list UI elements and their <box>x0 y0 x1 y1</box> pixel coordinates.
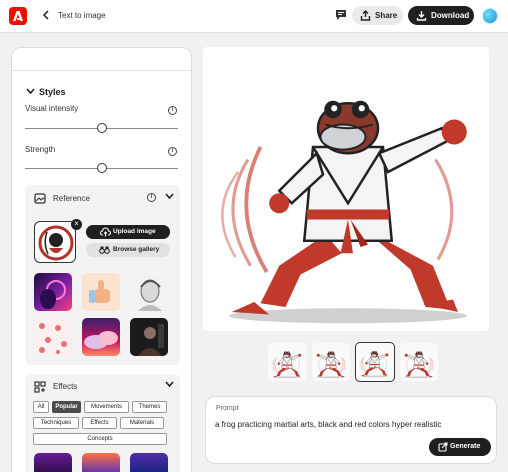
style-reference-sketch-portrait[interactable] <box>130 273 168 311</box>
effect-thumbnail[interactable] <box>82 453 120 472</box>
download-button[interactable]: Download <box>408 6 474 25</box>
chip-techniques[interactable]: Techniques <box>33 417 79 429</box>
effect-thumbnail[interactable] <box>34 453 72 472</box>
prompt-label: Prompt <box>216 405 239 412</box>
reference-image-icon <box>34 193 46 206</box>
variation-thumbnail-2[interactable] <box>312 343 350 381</box>
chip-popular[interactable]: Popular <box>52 401 81 413</box>
generate-label: Generate <box>450 443 481 450</box>
strength-label: Strength <box>25 145 56 154</box>
visual-intensity-slider-thumb[interactable] <box>97 123 107 133</box>
chip-materials[interactable]: Materials <box>120 417 164 429</box>
settings-panel: Styles Visual intensity i Strength i Ref… <box>11 47 192 472</box>
effects-heading: Effects <box>53 382 78 391</box>
chip-concepts[interactable]: Concepts <box>33 433 167 445</box>
download-label: Download <box>431 11 470 20</box>
share-label: Share <box>375 11 398 20</box>
upload-image-button[interactable]: Upload image <box>86 225 170 239</box>
style-reference-thumbs-up[interactable] <box>82 273 120 311</box>
chevron-down-icon[interactable] <box>165 380 174 390</box>
browse-gallery-button[interactable]: Browse gallery <box>86 243 170 257</box>
adobe-logo-icon[interactable] <box>9 7 27 25</box>
info-icon[interactable]: i <box>168 147 177 156</box>
strength-slider-thumb[interactable] <box>97 163 107 173</box>
style-reference-clouds[interactable] <box>82 318 120 356</box>
visual-intensity-label: Visual intensity <box>25 104 79 113</box>
variation-thumbnail-1[interactable] <box>268 343 306 381</box>
prompt-input[interactable]: a frog practicing martial arts, black an… <box>215 420 441 429</box>
back-chevron-icon[interactable] <box>42 10 50 23</box>
style-reference-dark-portrait[interactable] <box>130 318 168 356</box>
info-icon[interactable]: i <box>147 193 156 202</box>
generated-image <box>220 98 469 326</box>
upload-image-label: Upload image <box>113 228 156 235</box>
generated-image-canvas[interactable] <box>203 47 489 331</box>
reference-section: Reference i × Upload image Browse galler… <box>25 185 180 365</box>
top-bar: Text to image Share Download <box>0 0 508 33</box>
styles-heading: Styles <box>39 87 66 97</box>
generate-icon <box>438 442 448 452</box>
style-reference-neon-portrait[interactable] <box>34 273 72 311</box>
upload-cloud-icon <box>100 227 111 237</box>
chip-themes[interactable]: Themes <box>132 401 167 413</box>
effect-thumbnail[interactable] <box>130 453 168 472</box>
effects-icon <box>34 381 46 395</box>
download-icon <box>416 11 427 21</box>
reference-heading: Reference <box>53 194 90 203</box>
generate-button[interactable]: Generate <box>429 438 491 456</box>
reference-image-thumbnail[interactable] <box>34 221 76 263</box>
binoculars-icon <box>99 246 110 254</box>
remove-reference-icon[interactable]: × <box>71 219 82 230</box>
comment-icon[interactable] <box>335 9 348 22</box>
divider <box>12 70 191 71</box>
chip-effects[interactable]: Effects <box>82 417 117 429</box>
info-icon[interactable]: i <box>168 106 177 115</box>
avatar[interactable] <box>482 8 498 24</box>
share-button[interactable]: Share <box>352 6 403 25</box>
chip-movements[interactable]: Movements <box>84 401 129 413</box>
variation-thumbnail-4[interactable] <box>400 343 438 381</box>
prompt-box: Prompt a frog practicing martial arts, b… <box>205 396 497 464</box>
browse-gallery-label: Browse gallery <box>113 246 160 253</box>
chip-all[interactable]: All <box>33 401 49 413</box>
variation-thumbnail-3-selected[interactable] <box>355 342 395 382</box>
share-icon <box>360 10 371 21</box>
chevron-down-icon[interactable] <box>165 192 174 202</box>
style-reference-pattern[interactable] <box>34 318 72 356</box>
chevron-down-icon[interactable] <box>26 87 35 97</box>
page-title: Text to image <box>58 11 106 20</box>
